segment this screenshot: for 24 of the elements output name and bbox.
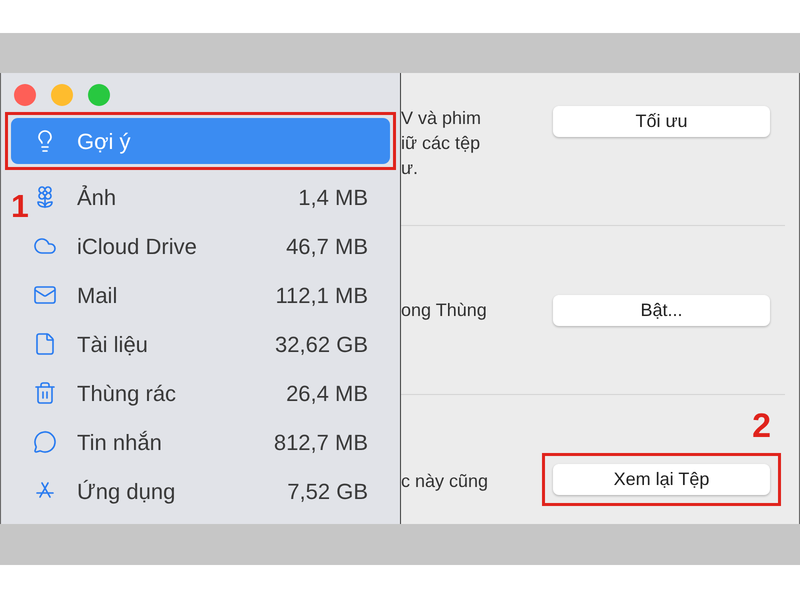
action-button[interactable]: Tối ưu (553, 106, 770, 137)
description-text: c này cũng (401, 470, 488, 493)
trash-icon (33, 381, 57, 405)
description-text: V và phim (401, 107, 482, 130)
description-text: ư. (401, 157, 420, 180)
document-icon (33, 332, 57, 356)
description-text: ong Thùng (401, 298, 487, 322)
sidebar-item[interactable]: Ứng dụng 7,52 GB (33, 471, 390, 511)
action-button[interactable]: Bật... (553, 294, 770, 326)
description-text: iữ các tệp (401, 132, 482, 155)
step-number: 1 (11, 190, 29, 222)
sidebar-item[interactable]: Tài liệu 32,62 GB (33, 324, 390, 364)
zoom-button[interactable] (88, 84, 110, 106)
sidebar-item[interactable]: iCloud Drive 46,7 MB (33, 226, 390, 266)
speech-bubble-icon (33, 430, 57, 454)
sidebar-item[interactable]: Tin nhắn 812,7 MB (33, 422, 390, 462)
envelope-icon (33, 283, 57, 307)
minimize-button[interactable] (51, 84, 73, 106)
sidebar-item[interactable]: Mail 112,1 MB (33, 275, 390, 315)
step-number: 2 (752, 409, 771, 443)
sidebar-item[interactable]: Ảnh 1,4 MB (33, 177, 390, 217)
sidebar-item[interactable]: Thùng rác 26,4 MB (33, 373, 390, 413)
action-button[interactable]: Xem lại Tệp (553, 464, 770, 495)
close-button[interactable] (14, 84, 36, 106)
